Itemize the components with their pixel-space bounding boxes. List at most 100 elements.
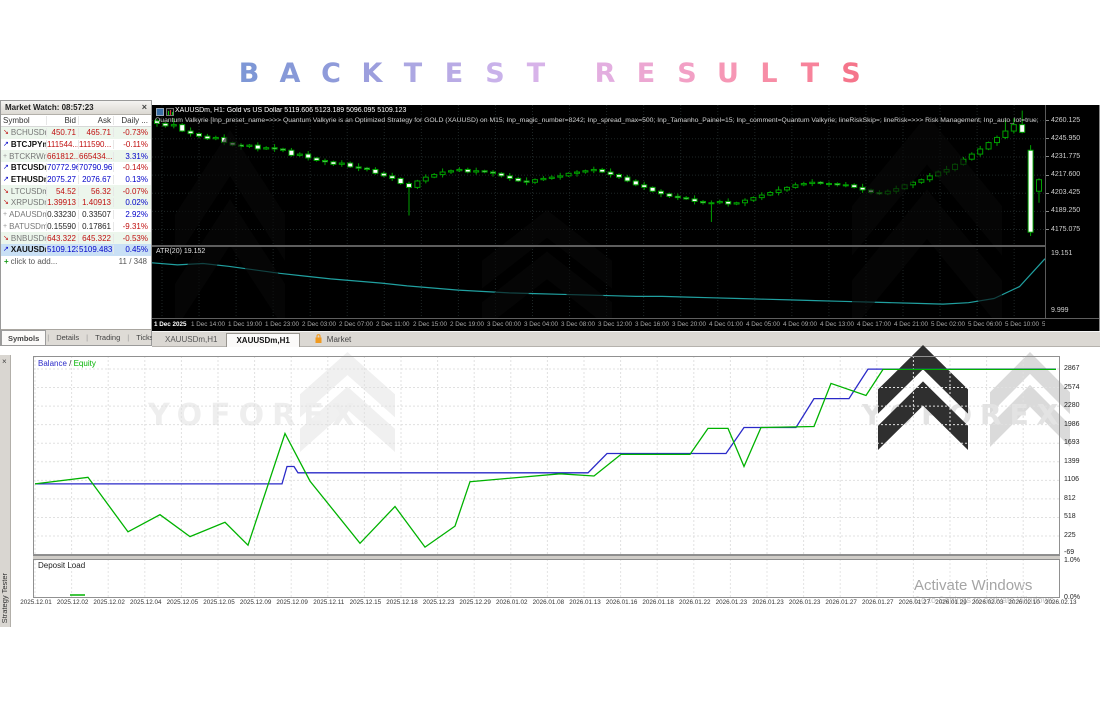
daily-change-cell: -0.73% xyxy=(114,128,151,137)
time-axis-label: 3 Dec 04:00 xyxy=(524,321,558,328)
column-header[interactable]: Daily ... xyxy=(114,116,151,125)
title-word-gap xyxy=(557,58,585,89)
tab-separator: | xyxy=(47,333,49,342)
ask-cell: 465.71 xyxy=(79,128,114,137)
table-row[interactable]: ↗ETHUSDm2075.272076.670.13% xyxy=(1,174,151,186)
price-tick xyxy=(1046,211,1049,212)
close-icon[interactable]: × xyxy=(2,357,7,366)
dot-icon: + xyxy=(3,211,7,218)
time-axis[interactable]: 1 Dec 20251 Dec 14:001 Dec 19:001 Dec 23… xyxy=(152,319,1045,331)
bid-cell: 1.39913 xyxy=(47,198,79,207)
title-letter: T xyxy=(393,58,434,89)
chart-tab-active[interactable]: XAUUSDm,H1 xyxy=(226,333,299,347)
atr-panel-divider[interactable] xyxy=(152,245,1045,247)
up-arrow-icon: ↗ xyxy=(3,246,9,253)
ask-cell: 645.322 xyxy=(79,234,114,243)
tester-y-axis-label: 2867 xyxy=(1064,365,1080,372)
table-row[interactable]: ↘XRPUSDm1.399131.409130.02% xyxy=(1,197,151,209)
daily-change-cell: 0.02% xyxy=(114,198,151,207)
market-watch-panel: Market Watch: 08:57:23 × SymbolBidAskDai… xyxy=(0,100,152,346)
tester-date-label: 2025.12.29 xyxy=(457,599,493,606)
symbol-cell: +BATUSDm xyxy=(1,222,47,231)
column-header[interactable]: Ask xyxy=(79,116,114,125)
tester-y-axis-label: 1986 xyxy=(1064,421,1080,428)
table-row[interactable]: ↗BTCUSDm70772.9670790.96-0.14% xyxy=(1,162,151,174)
symbol-name: ADAUSDm xyxy=(9,210,47,219)
balance-equity-chart[interactable] xyxy=(33,356,1060,555)
down-arrow-icon: ↘ xyxy=(3,235,9,242)
symbol-cell: ↗BTCUSDm xyxy=(1,163,47,172)
balance-line xyxy=(35,369,1056,484)
tab-trading[interactable]: Trading xyxy=(89,332,126,343)
close-icon[interactable]: × xyxy=(142,103,147,112)
symbol-cell: ↗BTCJPYm xyxy=(1,140,47,149)
table-row[interactable]: +BATUSDm0.155900.17861-9.31% xyxy=(1,221,151,233)
daily-change-cell: -0.53% xyxy=(114,234,151,243)
time-axis-label: 2 Dec 19:00 xyxy=(450,321,484,328)
title-letter: R xyxy=(585,58,626,89)
table-row[interactable]: ↘LTCUSDm54.5256.32-0.07% xyxy=(1,185,151,197)
up-arrow-icon: ↗ xyxy=(3,176,9,183)
tester-date-label: 2025.12.04 xyxy=(128,599,164,606)
deposit-load-chart[interactable] xyxy=(33,559,1060,598)
symbol-counter: 11 / 348 xyxy=(119,257,151,266)
deposit-axis-top: 1.0% xyxy=(1064,557,1080,564)
tester-date-label: 2026.01.13 xyxy=(567,599,603,606)
bid-cell: 111544... xyxy=(47,140,79,149)
chart-tab-inactive[interactable]: XAUUSDm,H1 xyxy=(156,333,226,346)
title-letter: S xyxy=(667,58,708,89)
tester-date-label: 2025.12.15 xyxy=(347,599,383,606)
tester-date-label: 2026.01.16 xyxy=(604,599,640,606)
legend-separator: / xyxy=(67,359,74,368)
market-watch-header: SymbolBidAskDaily ... xyxy=(1,115,151,127)
table-row[interactable]: +BTCKRWm661812...665434...3.31% xyxy=(1,150,151,162)
table-row[interactable]: ↗XAUUSDm5109.1235109.4830.45% xyxy=(1,244,151,256)
tester-date-label: 2026.01.27 xyxy=(860,599,896,606)
tab-symbols[interactable]: Symbols xyxy=(1,330,46,345)
up-arrow-icon: ↗ xyxy=(3,164,9,171)
table-row[interactable]: ↘BCHUSDm450.71465.71-0.73% xyxy=(1,127,151,139)
tester-date-label: 2026.02.10 xyxy=(1006,599,1042,606)
time-axis-label: 3 Dec 00:00 xyxy=(487,321,521,328)
column-header[interactable]: Symbol xyxy=(1,116,47,125)
chart-window[interactable]: XAUUSDm, H1: Gold vs US Dollar 5119.606 … xyxy=(152,105,1100,331)
dot-icon: + xyxy=(3,153,7,160)
column-header[interactable]: Bid xyxy=(47,116,79,125)
tester-panel-divider[interactable] xyxy=(33,555,1060,560)
bid-cell: 450.71 xyxy=(47,128,79,137)
tester-date-label: 2025.12.05 xyxy=(164,599,200,606)
bid-cell: 661812... xyxy=(47,152,79,161)
daily-change-cell: -0.07% xyxy=(114,187,151,196)
time-axis-label: 3 Dec 16:00 xyxy=(635,321,669,328)
ask-cell: 70790.96 xyxy=(79,163,114,172)
price-tick xyxy=(1046,156,1049,157)
time-axis-label: 4 Dec 17:00 xyxy=(857,321,891,328)
symbol-cell: ↘BNBUSDm xyxy=(1,234,47,243)
strategy-tester-tab[interactable]: Strategy Tester xyxy=(0,573,9,623)
price-axis-label: 4217.600 xyxy=(1051,171,1080,178)
price-axis-label: 4203.425 xyxy=(1051,189,1080,196)
price-tick xyxy=(1046,138,1049,139)
time-axis-label: 5 Dec 10:00 xyxy=(1005,321,1039,328)
table-row[interactable]: +ADAUSDm0.332300.335072.92% xyxy=(1,209,151,221)
tester-y-axis-label: 518 xyxy=(1064,513,1076,520)
bid-cell: 54.52 xyxy=(47,187,79,196)
atr-indicator-label: ATR(20) 19.152 xyxy=(156,248,205,255)
atr-axis-bottom-label: 9.999 xyxy=(1051,307,1069,314)
market-watch-title: Market Watch: 08:57:23 xyxy=(5,103,94,112)
title-letter: S xyxy=(475,58,516,89)
daily-change-cell: 2.92% xyxy=(114,210,151,219)
add-symbol-row[interactable]: + click to add... 11 / 348 xyxy=(1,256,151,268)
tester-legend: Balance / Equity xyxy=(38,359,96,368)
dot-icon: + xyxy=(3,223,7,230)
price-axis[interactable]: 4260.1254245.9504231.7754217.6004203.425… xyxy=(1045,105,1100,318)
tester-date-label: 2026.01.27 xyxy=(823,599,859,606)
tab-details[interactable]: Details xyxy=(50,332,85,343)
time-axis-label: 4 Dec 21:00 xyxy=(894,321,928,328)
tester-date-label: 2026.02.13 xyxy=(1043,599,1079,606)
symbol-name: BNBUSDm xyxy=(11,234,47,243)
table-row[interactable]: ↘BNBUSDm643.322645.322-0.53% xyxy=(1,232,151,244)
market-tab[interactable]: Market xyxy=(314,334,351,344)
table-row[interactable]: ↗BTCJPYm111544...111590...-0.11% xyxy=(1,139,151,151)
symbol-name: BTCKRWm xyxy=(9,152,47,161)
